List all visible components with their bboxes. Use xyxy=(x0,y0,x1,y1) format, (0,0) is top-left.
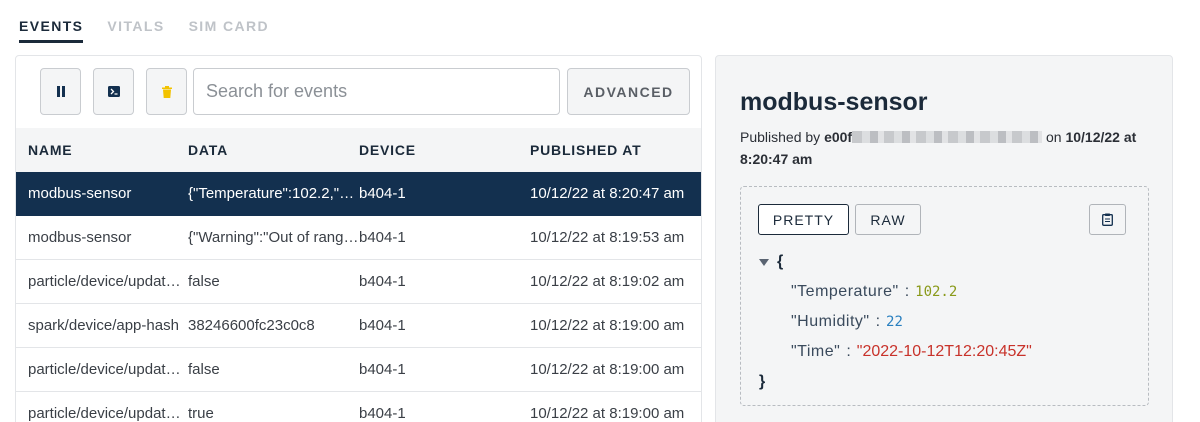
terminal-icon xyxy=(107,86,120,97)
json-entry: "Humidity" : 22 xyxy=(759,307,1032,337)
json-value: 102.2 xyxy=(915,284,958,300)
published-info: Published by e00f on 10/12/22 at 8:20:47… xyxy=(740,126,1160,170)
publisher-id: e00f xyxy=(824,129,853,145)
tab-bar: EVENTS VITALS SIM CARD xyxy=(19,18,269,43)
json-open-brace: { xyxy=(777,253,784,270)
pause-button[interactable] xyxy=(40,68,81,115)
clear-button[interactable] xyxy=(146,68,187,115)
events-panel: ADVANCED NAME DATA DEVICE PUBLISHED AT m… xyxy=(15,55,702,422)
redacted-publisher-id xyxy=(852,131,1043,143)
json-key: "Time" xyxy=(791,343,841,360)
tab-sim-card[interactable]: SIM CARD xyxy=(189,18,269,43)
cell-data: 38246600fc23c0c8 xyxy=(188,317,315,334)
json-key: "Humidity" xyxy=(791,313,870,330)
cell-published-at: 10/12/22 at 8:20:47 am xyxy=(530,185,685,202)
cell-device: b404-1 xyxy=(359,317,406,334)
cell-name: modbus-sensor xyxy=(28,185,132,202)
json-tree: { "Temperature" : 102.2 "Humidity" : 22 … xyxy=(759,247,1032,397)
cell-name: modbus-sensor xyxy=(28,229,132,246)
cell-device: b404-1 xyxy=(359,273,406,290)
cell-published-at: 10/12/22 at 8:19:00 am xyxy=(530,361,685,378)
event-detail-panel: modbus-sensor Published by e00f on 10/12… xyxy=(715,55,1173,422)
table-row[interactable]: particle/device/updates/forced true b404… xyxy=(16,392,701,422)
cell-device: b404-1 xyxy=(359,229,406,246)
json-value: "2022-10-12T12:20:45Z" xyxy=(856,343,1032,360)
cell-data: {"Warning":"Out of range"} xyxy=(188,229,359,246)
json-colon: : xyxy=(875,313,881,330)
cell-data: false xyxy=(188,273,220,290)
cell-data: false xyxy=(188,361,220,378)
cell-name: particle/device/updates/forced xyxy=(28,405,188,422)
cell-name: particle/device/updates/enabled xyxy=(28,361,188,378)
column-header-device[interactable]: DEVICE xyxy=(359,142,530,158)
events-toolbar: ADVANCED xyxy=(16,56,701,128)
cell-data: true xyxy=(188,405,214,422)
pause-icon xyxy=(56,86,65,97)
tab-events[interactable]: EVENTS xyxy=(19,18,84,43)
clipboard-icon xyxy=(1102,213,1113,226)
json-colon: : xyxy=(846,343,851,360)
table-row[interactable]: modbus-sensor {"Temperature":102.2,"Humi… xyxy=(16,172,701,216)
json-close-line: } xyxy=(759,367,1032,397)
cell-name: particle/device/updates/pending xyxy=(28,273,188,290)
terminal-button[interactable] xyxy=(93,68,134,115)
trash-icon xyxy=(161,85,172,98)
pretty-format-button[interactable]: PRETTY xyxy=(758,204,849,235)
copy-button[interactable] xyxy=(1089,204,1126,235)
event-title: modbus-sensor xyxy=(740,88,928,116)
tab-vitals[interactable]: VITALS xyxy=(107,18,164,43)
cell-device: b404-1 xyxy=(359,405,406,422)
cell-published-at: 10/12/22 at 8:19:53 am xyxy=(530,229,685,246)
advanced-button[interactable]: ADVANCED xyxy=(567,68,690,115)
json-open-line: { xyxy=(759,247,1032,277)
json-value: 22 xyxy=(886,314,903,330)
json-entry: "Temperature" : 102.2 xyxy=(759,277,1032,307)
collapse-caret-icon[interactable] xyxy=(759,258,769,266)
table-row[interactable]: particle/device/updates/enabled false b4… xyxy=(16,348,701,392)
cell-data: {"Temperature":102.2,"Humidity":22,"Time… xyxy=(188,185,359,202)
column-header-published-at[interactable]: PUBLISHED AT xyxy=(530,142,698,158)
on-label: on xyxy=(1045,129,1062,145)
column-header-data[interactable]: DATA xyxy=(188,142,359,158)
cell-device: b404-1 xyxy=(359,185,406,202)
published-by-label: Published by xyxy=(740,129,821,145)
cell-name: spark/device/app-hash xyxy=(28,317,179,334)
event-data-viewer: PRETTY RAW { "Temperature" : 102.2 "Humi… xyxy=(740,186,1149,406)
json-colon: : xyxy=(904,283,910,300)
table-header: NAME DATA DEVICE PUBLISHED AT xyxy=(16,128,701,172)
json-close-brace: } xyxy=(759,373,766,390)
column-header-name[interactable]: NAME xyxy=(28,142,188,158)
json-entry: "Time" : "2022-10-12T12:20:45Z" xyxy=(759,337,1032,367)
cell-published-at: 10/12/22 at 8:19:00 am xyxy=(530,405,685,422)
cell-published-at: 10/12/22 at 8:19:00 am xyxy=(530,317,685,334)
table-row[interactable]: particle/device/updates/pending false b4… xyxy=(16,260,701,304)
table-row[interactable]: modbus-sensor {"Warning":"Out of range"}… xyxy=(16,216,701,260)
cell-published-at: 10/12/22 at 8:19:02 am xyxy=(530,273,685,290)
table-row[interactable]: spark/device/app-hash 38246600fc23c0c8 b… xyxy=(16,304,701,348)
event-search-input[interactable] xyxy=(193,68,560,115)
raw-format-button[interactable]: RAW xyxy=(855,204,921,235)
json-key: "Temperature" xyxy=(791,283,899,300)
cell-device: b404-1 xyxy=(359,361,406,378)
